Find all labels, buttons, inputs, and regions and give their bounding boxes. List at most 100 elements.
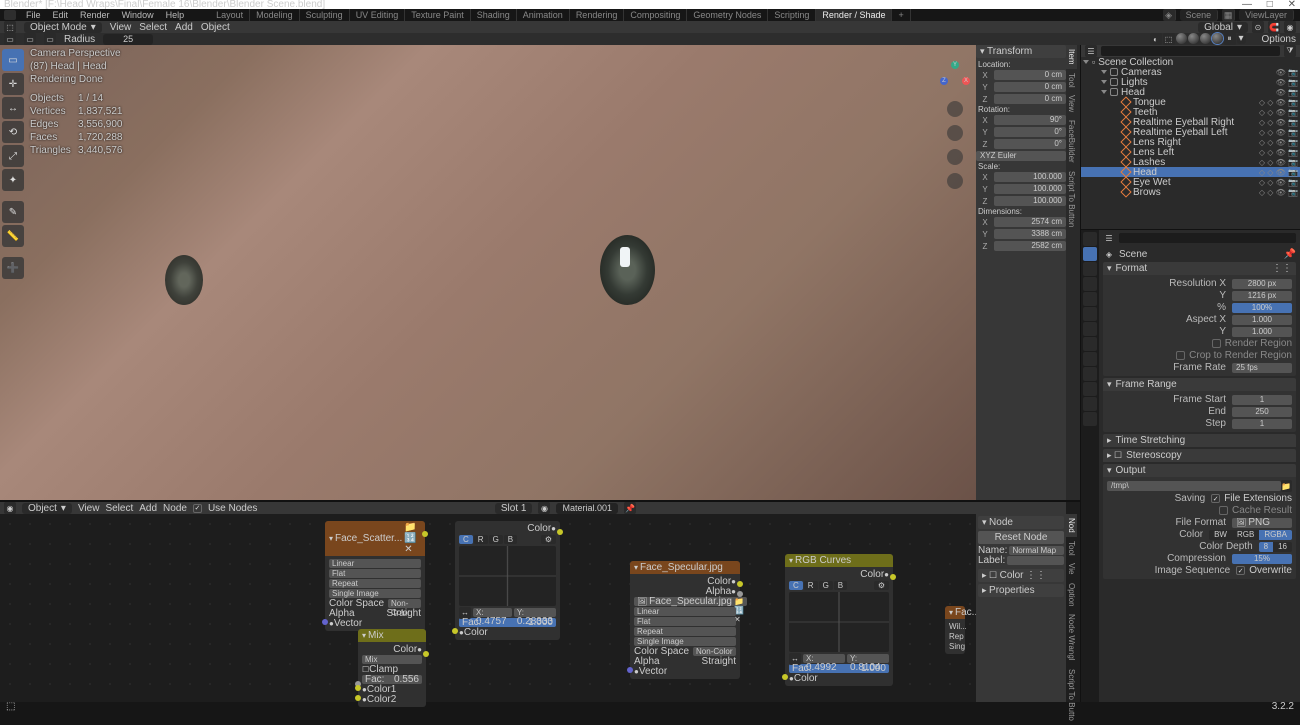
pin-icon[interactable]: 📌: [624, 502, 636, 514]
node-color-section[interactable]: ▸ ☐ Color ⋮⋮: [978, 569, 1064, 582]
color-mode-buttons[interactable]: BW RGB RGBA: [1209, 530, 1292, 540]
compression[interactable]: 15%: [1232, 554, 1292, 564]
ntab-view[interactable]: Vie: [1066, 559, 1077, 578]
loc-y[interactable]: 0 cm: [994, 82, 1066, 92]
mode-dropdown[interactable]: Object Mode ▾: [24, 22, 102, 33]
ws-uvediting[interactable]: UV Editing: [350, 9, 406, 21]
rotation-mode[interactable]: XYZ Euler: [976, 151, 1066, 161]
shading-solid[interactable]: [1188, 33, 1199, 44]
viewport-3d[interactable]: Camera Perspective (87) Head | Head Rend…: [0, 45, 976, 500]
shading-material[interactable]: [1200, 33, 1211, 44]
tree-item-lashes[interactable]: Lashes◇ ◇ 👁 📷: [1081, 157, 1300, 167]
rot-y[interactable]: 0°: [994, 127, 1066, 137]
orientation-dropdown[interactable]: Global ▾: [1198, 22, 1248, 33]
node-editor[interactable]: ◉ Object ▾ View Select Add Node Use Node…: [0, 500, 1080, 702]
ne-menu-view[interactable]: View: [78, 503, 100, 514]
vp-menu-select[interactable]: Select: [139, 22, 167, 33]
folder-icon[interactable]: 📁: [1281, 480, 1292, 492]
ntab-tool[interactable]: Tool: [1066, 537, 1077, 560]
output-section[interactable]: ▾ Output: [1103, 464, 1296, 477]
node-editor-type-icon[interactable]: ◉: [4, 502, 16, 514]
tree-item-teeth[interactable]: Teeth◇ ◇ 👁 📷: [1081, 107, 1300, 117]
node-name-field[interactable]: Normal Map: [1009, 546, 1064, 555]
dim-x[interactable]: 2574 cm: [994, 217, 1066, 227]
options-dropdown[interactable]: Options: [1262, 34, 1296, 45]
orbit-gizmo[interactable]: Y X Z: [940, 63, 970, 93]
frame-start[interactable]: 1: [1232, 395, 1292, 405]
ptab-scene[interactable]: [1083, 277, 1097, 291]
radius-value[interactable]: 25: [103, 34, 153, 45]
tab-script[interactable]: Script To Button: [1066, 167, 1077, 231]
ntab-node[interactable]: Nod: [1066, 514, 1077, 537]
node-label-field[interactable]: [1007, 556, 1064, 565]
ptab-constraint[interactable]: [1083, 367, 1097, 381]
ws-layout[interactable]: Layout: [210, 9, 250, 21]
dim-z[interactable]: 2582 cm: [994, 241, 1066, 251]
res-y[interactable]: 1216 px: [1232, 291, 1292, 301]
overlay-toggle[interactable]: ◐: [1150, 33, 1162, 45]
ptab-texture[interactable]: [1083, 412, 1097, 426]
material-ball-icon[interactable]: ◉: [538, 502, 550, 514]
tree-item-lens-right[interactable]: Lens Right◇ ◇ 👁 📷: [1081, 137, 1300, 147]
loc-z[interactable]: 0 cm: [994, 94, 1066, 104]
ntab-script[interactable]: Script To Butto: [1066, 665, 1077, 725]
ws-shading[interactable]: Shading: [471, 9, 517, 21]
scale-x[interactable]: 100.000: [994, 172, 1066, 182]
tool-cursor[interactable]: ✛: [2, 73, 24, 95]
aspect-y[interactable]: 1.000: [1232, 327, 1292, 337]
tool-rotate[interactable]: ⟲: [2, 121, 24, 143]
proportional-icon[interactable]: ◉: [1284, 21, 1296, 33]
tree-item-realtime-eyeball-right[interactable]: Realtime Eyeball Right◇ ◇ 👁 📷: [1081, 117, 1300, 127]
pin-props-icon[interactable]: 📌: [1284, 249, 1296, 260]
menu-file[interactable]: File: [20, 10, 47, 20]
ptab-modifier[interactable]: [1083, 322, 1097, 336]
framerate[interactable]: 25 fps: [1232, 363, 1292, 373]
material-name[interactable]: Material.001: [556, 503, 618, 514]
pivot-icon[interactable]: ⊙: [1252, 21, 1264, 33]
ptab-render[interactable]: [1083, 232, 1097, 246]
slot-dropdown[interactable]: Slot 1: [495, 503, 533, 514]
tool-icon2[interactable]: ▭: [24, 33, 36, 45]
transform-panel-header[interactable]: ▾ Transform: [976, 45, 1066, 58]
res-x[interactable]: 2800 px: [1232, 279, 1292, 289]
tool-measure[interactable]: 📏: [2, 225, 24, 247]
frame-range-section[interactable]: ▾ Frame Range: [1103, 378, 1296, 391]
node-image-texture-2[interactable]: ▾ Face_Specular.jpg Color ● Alpha ● 🖼 Fa…: [630, 561, 740, 679]
file-ext-check[interactable]: [1211, 494, 1220, 503]
pause-icon[interactable]: ⏸: [1224, 33, 1236, 45]
ptab-world[interactable]: [1083, 292, 1097, 306]
reset-node-button[interactable]: Reset Node: [978, 531, 1064, 544]
vp-menu-add[interactable]: Add: [175, 22, 193, 33]
menu-window[interactable]: Window: [116, 10, 160, 20]
tree-item-head[interactable]: Head 👁 📷: [1081, 87, 1300, 97]
node-panel-header[interactable]: ▾ Node: [978, 516, 1064, 529]
tool-icon3[interactable]: ▭: [44, 33, 56, 45]
tool-select-box[interactable]: ▭: [2, 49, 24, 71]
loc-x[interactable]: 0 cm: [994, 70, 1066, 80]
ne-menu-add[interactable]: Add: [139, 503, 157, 514]
blender-icon[interactable]: [4, 10, 16, 20]
node-image-texture-1[interactable]: ▾ Face_Scatter... 📁 🔢 ✕ Linear Flat Repe…: [325, 521, 425, 631]
ws-compositing[interactable]: Compositing: [624, 9, 687, 21]
ws-rendering[interactable]: Rendering: [570, 9, 625, 21]
tree-item-eye-wet[interactable]: Eye Wet◇ ◇ 👁 📷: [1081, 177, 1300, 187]
frame-end[interactable]: 250: [1232, 407, 1292, 417]
render-region-check[interactable]: [1212, 339, 1221, 348]
viewlayer-icon[interactable]: ▦: [1222, 9, 1235, 21]
ptab-output[interactable]: [1083, 247, 1097, 261]
node-properties-section[interactable]: ▸ Properties: [978, 584, 1064, 597]
ntab-wrangler[interactable]: Node Wrangl: [1066, 610, 1077, 665]
shading-wireframe[interactable]: [1176, 33, 1187, 44]
zoom-gizmo[interactable]: [947, 101, 963, 117]
ntab-options[interactable]: Option: [1066, 579, 1077, 611]
node-object-menu[interactable]: Object ▾: [22, 503, 72, 514]
ws-geonodes[interactable]: Geometry Nodes: [687, 9, 768, 21]
camera-gizmo[interactable]: [947, 149, 963, 165]
xray-toggle[interactable]: ⬚: [1163, 33, 1175, 45]
shading-options-dropdown[interactable]: ▾: [1237, 33, 1246, 44]
ws-texpaint[interactable]: Texture Paint: [405, 9, 471, 21]
scale-z[interactable]: 100.000: [994, 196, 1066, 206]
tab-item[interactable]: Item: [1066, 45, 1077, 69]
tab-view[interactable]: View: [1066, 91, 1077, 116]
rot-x[interactable]: 90°: [994, 115, 1066, 125]
